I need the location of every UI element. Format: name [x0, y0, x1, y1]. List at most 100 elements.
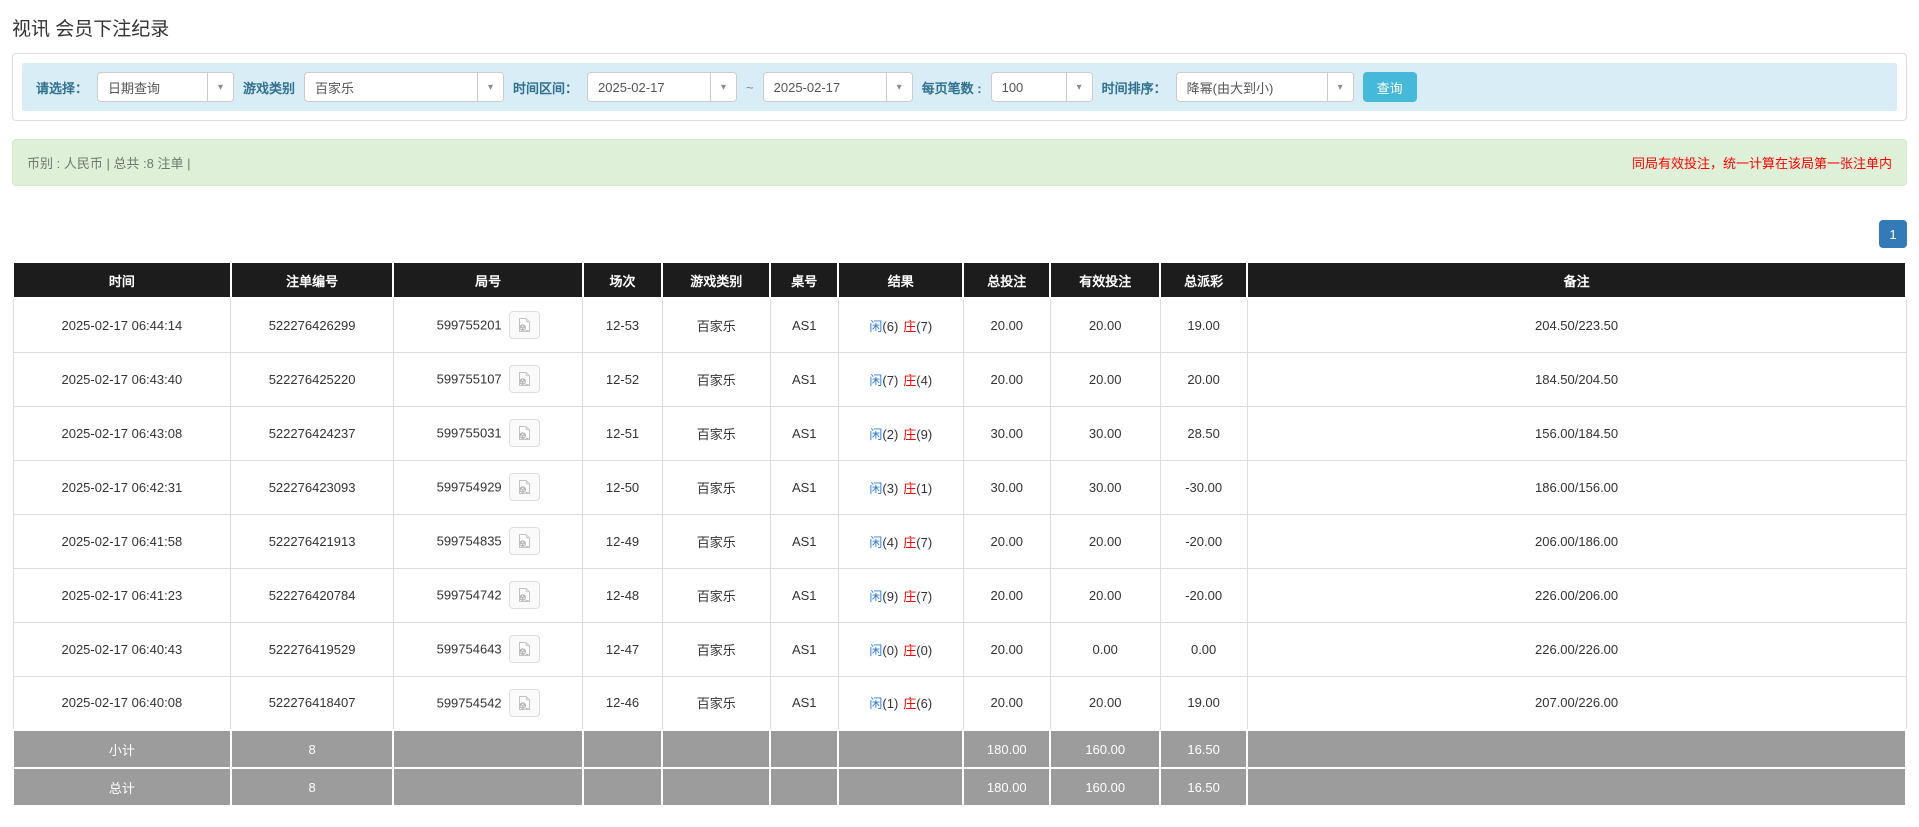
- cell-session: 12-52: [582, 351, 663, 407]
- cell-game-type: 百家乐: [661, 459, 771, 515]
- subtotal-row: 小计 8 180.00 160.00 16.50: [12, 729, 1907, 769]
- video-replay-button[interactable]: [508, 635, 540, 663]
- chevron-down-icon: ▾: [207, 73, 234, 101]
- cell-round-no: 599755107: [392, 351, 584, 407]
- video-icon: [519, 425, 531, 440]
- cell-bet-no: 522276420784: [230, 567, 394, 623]
- cell-remark: 186.00/156.00: [1246, 459, 1907, 515]
- result-player-label: 闲: [869, 696, 883, 712]
- subtotal-count-cell: 8: [229, 729, 395, 769]
- video-replay-button[interactable]: [508, 419, 540, 447]
- subtotal-label-cell: 小计: [12, 729, 232, 769]
- cell-session: 12-48: [582, 567, 663, 623]
- cell-game-type: 百家乐: [661, 675, 771, 731]
- page-size-select[interactable]: 100 ▾: [990, 72, 1093, 102]
- subtotal-session-cell: [581, 729, 664, 769]
- cell-result: 闲(0) 庄(0): [837, 621, 964, 677]
- result-player-label: 闲: [869, 372, 883, 388]
- video-replay-button[interactable]: [508, 581, 540, 609]
- cell-session: 12-53: [582, 297, 663, 353]
- cell-game-type: 百家乐: [661, 567, 771, 623]
- cell-time: 2025-02-17 06:41:23: [12, 567, 232, 623]
- result-banker-value: (7): [916, 588, 933, 604]
- cell-game-type: 百家乐: [661, 621, 771, 677]
- range-separator: ~: [746, 79, 754, 95]
- video-replay-button[interactable]: [508, 688, 540, 717]
- result-banker-value: (7): [916, 318, 933, 334]
- result-player-label: 闲: [869, 426, 883, 442]
- cell-time: 2025-02-17 06:40:08: [12, 675, 232, 731]
- table-row: 2025-02-17 06:43:40 522276425220 599755107…: [12, 351, 1907, 407]
- game-type-select[interactable]: 百家乐 ▾: [304, 72, 505, 102]
- video-replay-button[interactable]: [508, 527, 540, 555]
- cell-table-no: AS1: [769, 513, 839, 569]
- cell-total-bet[interactable]: 30.00: [962, 459, 1051, 515]
- page-title: 视讯 会员下注纪录: [12, 19, 170, 40]
- cell-total-bet[interactable]: 20.00: [962, 297, 1051, 353]
- video-replay-button[interactable]: [508, 311, 540, 340]
- time-sort-value: 降幂(由大到小): [1186, 80, 1274, 96]
- cell-game-type: 百家乐: [661, 297, 771, 353]
- total-remark-cell: [1246, 767, 1907, 807]
- cell-round-no: 599755031: [392, 405, 584, 461]
- cell-bet-no: 522276418407: [230, 675, 394, 731]
- result-player-label: 闲: [869, 318, 883, 334]
- subtotal-payout-cell: 16.50: [1159, 729, 1249, 769]
- subtotal-remark-cell: [1246, 729, 1907, 769]
- cell-table-no: AS1: [769, 675, 839, 731]
- date-to-value: 2025-02-17: [773, 79, 841, 95]
- cell-payout: 0.00: [1159, 621, 1248, 677]
- video-replay-button[interactable]: [508, 365, 540, 393]
- subtotal-total-bet-cell: 180.00: [962, 729, 1052, 769]
- cell-total-bet[interactable]: 20.00: [962, 621, 1051, 677]
- result-banker-value: (7): [916, 534, 933, 550]
- result-banker-label: 庄: [903, 696, 917, 712]
- result-banker-value: (4): [916, 372, 933, 388]
- cell-remark: 226.00/206.00: [1246, 567, 1907, 623]
- total-total-bet-cell: 180.00: [962, 767, 1052, 807]
- result-banker-label: 庄: [903, 426, 917, 442]
- cell-time: 2025-02-17 06:44:14: [12, 297, 232, 353]
- total-row: 总计 8 180.00 160.00 16.50: [12, 767, 1907, 807]
- table-row: 2025-02-17 06:40:43 522276419529 599754643…: [12, 621, 1907, 677]
- result-player-value: (7): [882, 372, 899, 388]
- cell-time: 2025-02-17 06:43:40: [12, 351, 232, 407]
- result-banker-label: 庄: [903, 534, 917, 550]
- total-session-cell: [581, 767, 664, 807]
- cell-total-bet[interactable]: 20.00: [962, 351, 1051, 407]
- column-header: 结果: [837, 261, 965, 299]
- cell-table-no: AS1: [769, 459, 839, 515]
- table-row: 2025-02-17 06:42:31 522276423093 599754929…: [12, 459, 1907, 515]
- page-button-1[interactable]: 1: [1879, 220, 1907, 248]
- cell-table-no: AS1: [769, 351, 839, 407]
- cell-payout: 20.00: [1159, 351, 1248, 407]
- total-round-cell: [392, 767, 584, 807]
- cell-valid-bet: 20.00: [1049, 297, 1161, 353]
- cell-valid-bet: 0.00: [1049, 621, 1161, 677]
- cell-total-bet[interactable]: 20.00: [962, 567, 1051, 623]
- cell-round-no: 599754835: [392, 513, 584, 569]
- time-range-label: 时间区间：: [513, 80, 579, 96]
- query-type-select[interactable]: 日期查询 ▾: [97, 72, 235, 102]
- cell-game-type: 百家乐: [661, 513, 771, 569]
- cell-round-no: 599754742: [392, 567, 584, 623]
- cell-total-bet[interactable]: 20.00: [962, 513, 1051, 569]
- round-no-text: 599755107: [436, 371, 502, 387]
- search-button[interactable]: 查询: [1362, 72, 1417, 102]
- table-row: 2025-02-17 06:43:08 522276424237 599755031…: [12, 405, 1907, 461]
- total-label-cell: 总计: [12, 767, 232, 807]
- cell-bet-no: 522276421913: [230, 513, 394, 569]
- cell-result: 闲(6) 庄(7): [837, 297, 964, 353]
- date-from-select[interactable]: 2025-02-17 ▾: [587, 72, 738, 102]
- date-to-select[interactable]: 2025-02-17 ▾: [762, 72, 913, 102]
- video-replay-button[interactable]: [508, 473, 540, 501]
- game-type-label: 游戏类别: [243, 80, 296, 96]
- cell-valid-bet: 30.00: [1049, 405, 1161, 461]
- cell-total-bet[interactable]: 30.00: [962, 405, 1051, 461]
- cell-result: 闲(4) 庄(7): [837, 513, 964, 569]
- cell-remark: 156.00/184.50: [1246, 405, 1907, 461]
- column-header: 游戏类别: [661, 261, 772, 299]
- cell-total-bet[interactable]: 20.00: [962, 675, 1051, 731]
- time-sort-select[interactable]: 降幂(由大到小) ▾: [1175, 72, 1354, 102]
- round-no-text: 599754643: [436, 641, 502, 657]
